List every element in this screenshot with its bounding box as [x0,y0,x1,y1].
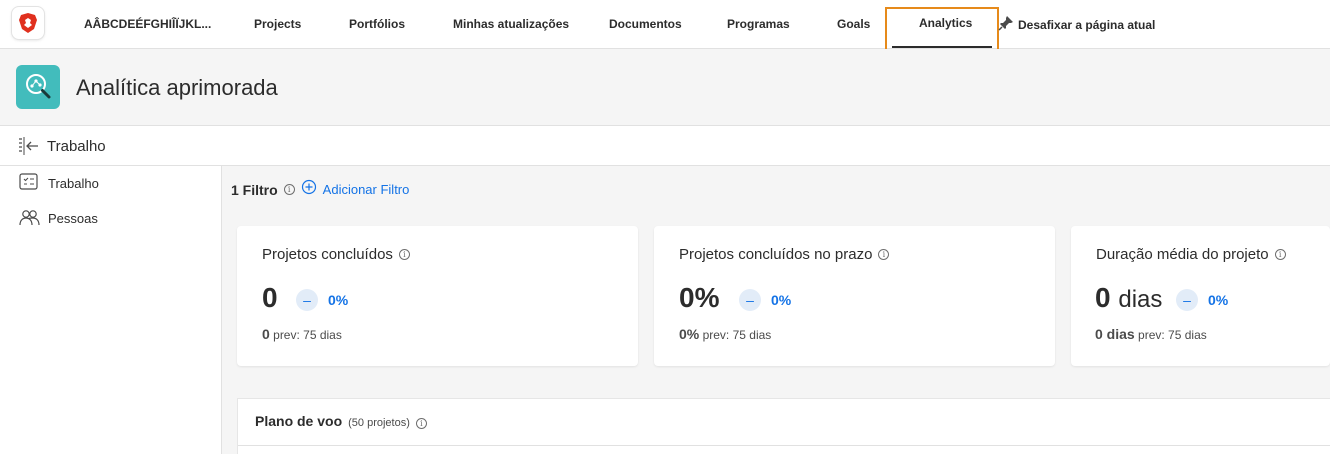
card-previous: 0 prev: 75 dias [262,326,342,342]
collapse-sidebar-icon[interactable] [18,137,40,160]
trend-indicator: – 0% [1176,289,1228,311]
unpin-label: Desafixar a página atual [1018,17,1156,32]
prev-label: prev: 75 dias [1138,328,1207,342]
sidebar-item-label: Pessoas [48,211,98,226]
brave-logo-icon[interactable] [12,7,44,39]
card-value-number: 0 [262,282,278,313]
sidebar-item-label: Trabalho [48,176,99,191]
sidebar-item-people[interactable]: Pessoas [18,208,98,229]
card-title: Duração média do projeto i [1096,246,1286,263]
card-previous: 0% prev: 75 dias [679,326,771,342]
filter-count[interactable]: 1 Filtro [231,182,278,198]
divider [238,445,1330,446]
flight-plan-header: Plano de voo (50 projetos) i [255,413,427,429]
metric-card-on-time-projects: Projetos concluídos no prazo i 0% – 0% 0… [654,226,1055,366]
sidebar-item-work[interactable]: Trabalho [18,173,99,194]
card-title-text: Duração média do projeto [1096,246,1269,263]
trend-indicator: – 0% [739,289,791,311]
analytics-highlight-box [885,7,999,51]
card-title-text: Projetos concluídos no prazo [679,246,873,263]
nav-goals[interactable]: Goals [837,0,870,49]
info-icon[interactable]: i [1274,249,1286,260]
nav-projects[interactable]: Projects [254,0,301,49]
nav-my-updates[interactable]: Minhas atualizações [453,0,569,49]
metric-card-completed-projects: Projetos concluídos i 0 – 0% 0 prev: 75 … [237,226,638,366]
info-icon[interactable]: i [283,184,295,195]
nav-portfolios[interactable]: Portfólios [349,0,405,49]
page-header: Analítica aprimorada [0,49,1330,126]
card-value-unit: dias [1118,286,1163,313]
pin-icon [998,15,1014,34]
unpin-page-button[interactable]: Desafixar a página atual [998,15,1155,34]
info-icon[interactable]: i [878,249,890,260]
card-value-number: 0 [1095,282,1111,313]
nav-programs[interactable]: Programas [727,0,790,49]
card-previous: 0 dias prev: 75 dias [1095,326,1207,342]
prev-value: 0 dias [1095,326,1135,342]
left-sidebar: Trabalho Pessoas [0,166,222,454]
section-bar: Trabalho [0,126,1330,166]
nav-documents[interactable]: Documentos [609,0,682,49]
info-icon[interactable]: i [415,418,427,429]
trend-percent: 0% [1208,292,1229,308]
metric-card-avg-duration: Duração média do projeto i 0 dias – 0% 0… [1071,226,1330,366]
prev-label: prev: 75 dias [273,328,342,342]
trend-neutral-icon: – [296,289,318,311]
people-icon [18,208,40,229]
filter-row: 1 Filtro i Adicionar Filtro [231,179,409,200]
add-circle-icon[interactable] [301,179,317,200]
flight-plan-title: Plano de voo [255,413,343,429]
card-value: 0 [262,282,278,314]
page-title: Analítica aprimorada [76,75,278,100]
trend-neutral-icon: – [1176,289,1198,311]
card-value: 0 dias [1095,282,1162,314]
analytics-search-icon [16,65,60,109]
add-filter-button[interactable]: Adicionar Filtro [323,182,410,197]
trend-indicator: – 0% [296,289,348,311]
workspace-name[interactable]: AÂBCDEÉFGHIÎÏJKL... [84,0,211,49]
flight-plan-count: (50 projetos) [348,417,410,429]
card-title-text: Projetos concluídos [262,246,393,263]
card-value: 0% [679,282,719,314]
prev-label: prev: 75 dias [702,328,772,342]
trend-percent: 0% [328,292,349,308]
top-nav: AÂBCDEÉFGHIÎÏJKL... Projects Portfólios … [0,0,1330,51]
prev-value: 0 [262,326,270,342]
info-icon[interactable]: i [398,249,410,260]
card-value-number: 0% [679,282,720,313]
flight-plan-panel: Plano de voo (50 projetos) i [237,398,1330,454]
card-title: Projetos concluídos no prazo i [679,246,890,263]
card-title: Projetos concluídos i [262,246,410,263]
trend-neutral-icon: – [739,289,761,311]
prev-value: 0% [679,326,700,342]
section-title: Trabalho [47,138,106,155]
work-list-icon [18,173,40,194]
trend-percent: 0% [771,292,792,308]
